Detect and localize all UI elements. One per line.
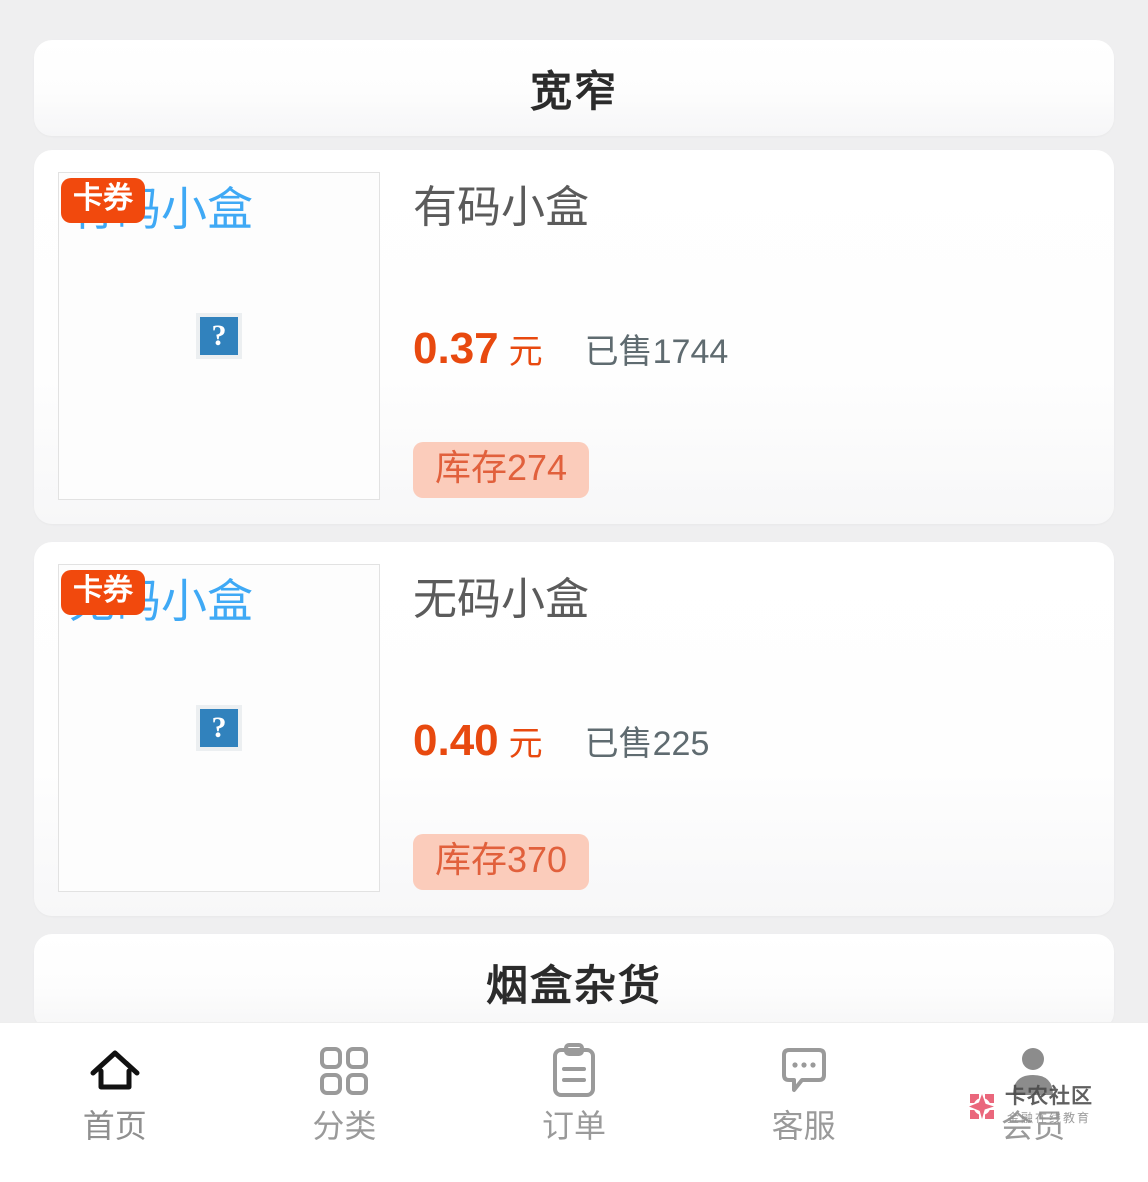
tab-member-label: 会员 [1001, 1108, 1066, 1144]
product-name: 有码小盒 [413, 183, 589, 232]
price-currency-unit: 元 [508, 725, 543, 764]
product-info: 有码小盒 0.37 元 已售1744 库存274 [383, 172, 1090, 502]
chat-icon [776, 1043, 832, 1099]
clipboard-icon [546, 1043, 602, 1099]
person-icon [1005, 1043, 1061, 1099]
product-sold-count: 已售1744 [584, 333, 729, 372]
bottom-tab-bar: 首页 分类 订单 客服 会员 [0, 1022, 1148, 1182]
coupon-badge: 卡券 [61, 570, 145, 615]
section-title-next: 烟盒杂货 [485, 961, 662, 1009]
coupon-badge: 卡券 [61, 178, 145, 223]
tab-support-label: 客服 [771, 1108, 836, 1144]
price-currency-unit: 元 [508, 333, 543, 372]
tab-home[interactable]: 首页 [0, 1023, 230, 1144]
product-card[interactable]: 有码小盒 ? 卡券 有码小盒 0.37 元 已售1744 库存274 [34, 150, 1114, 524]
broken-image-icon: ? [196, 705, 242, 751]
product-list-scroll-area[interactable]: 宽窄 有码小盒 ? 卡券 有码小盒 0.37 元 已售1744 库存274 无码… [0, 0, 1148, 1022]
tab-category[interactable]: 分类 [230, 1023, 460, 1144]
tab-support[interactable]: 客服 [689, 1023, 919, 1144]
broken-image-icon: ? [196, 313, 242, 359]
product-thumbnail[interactable]: 无码小盒 ? 卡券 [58, 564, 383, 894]
product-price: 0.40 [413, 716, 499, 766]
product-card[interactable]: 无码小盒 ? 卡券 无码小盒 0.40 元 已售225 库存370 [34, 542, 1114, 916]
section-title: 宽窄 [529, 67, 618, 115]
price-row: 0.37 元 已售1744 [413, 324, 1090, 374]
section-header-card-next: 烟盒杂货 [34, 934, 1114, 1022]
product-thumbnail[interactable]: 有码小盒 ? 卡券 [58, 172, 383, 502]
section-header-card: 宽窄 [34, 40, 1114, 136]
stock-badge: 库存370 [413, 834, 590, 891]
product-info: 无码小盒 0.40 元 已售225 库存370 [383, 564, 1090, 894]
tab-home-label: 首页 [82, 1108, 147, 1144]
tab-category-label: 分类 [312, 1108, 377, 1144]
product-sold-count: 已售225 [584, 725, 710, 764]
product-name: 无码小盒 [413, 575, 589, 624]
tab-member[interactable]: 会员 [918, 1023, 1148, 1144]
grid-icon [316, 1043, 372, 1099]
stock-badge: 库存274 [413, 442, 590, 499]
home-icon [87, 1043, 143, 1099]
tab-orders-label: 订单 [541, 1108, 606, 1144]
price-row: 0.40 元 已售225 [413, 716, 1090, 766]
product-price: 0.37 [413, 324, 499, 374]
tab-orders[interactable]: 订单 [459, 1023, 689, 1144]
